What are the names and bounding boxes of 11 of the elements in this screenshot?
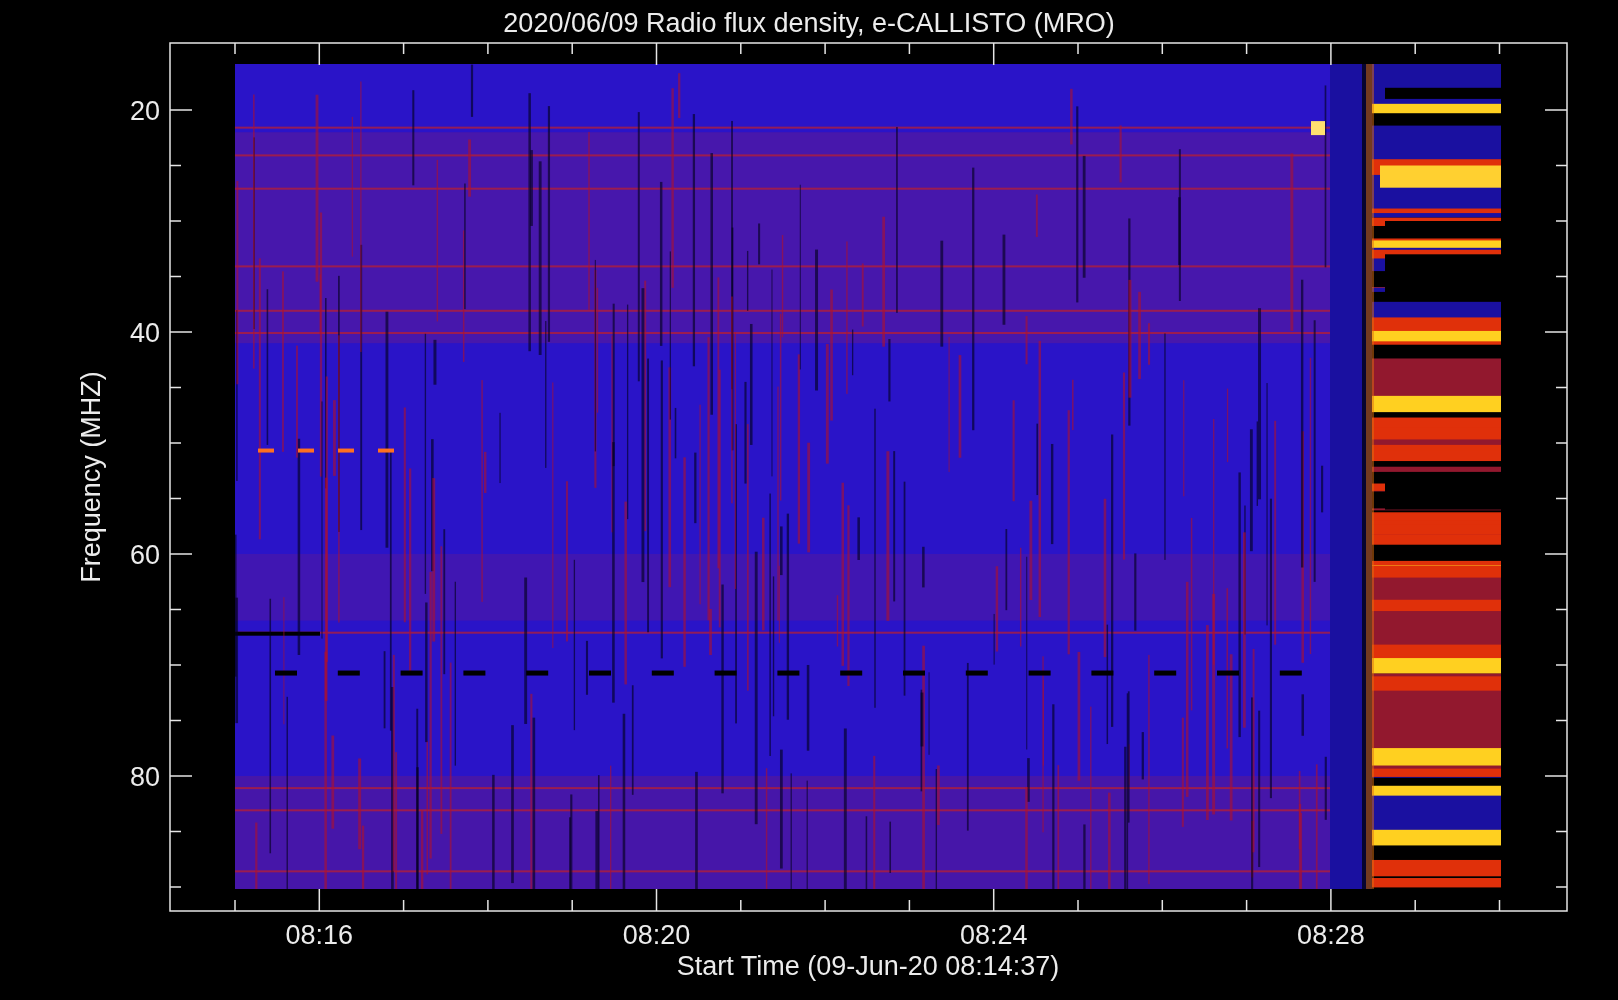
y-tick-label: 80 (129, 762, 160, 792)
x-tick-label: 08:16 (285, 920, 354, 950)
chart-title: 2020/06/09 Radio flux density, e-CALLISTO (MRO) (503, 8, 1115, 38)
y-tick-label: 60 (129, 540, 160, 570)
x-tick-label: 08:20 (622, 920, 691, 950)
x-tick-label: 08:28 (1297, 920, 1365, 950)
y-axis-label: Frequency (MHZ) (76, 371, 106, 583)
y-tick-label: 40 (129, 318, 160, 348)
x-axis-label: Start Time (09-Jun-20 08:14:37) (676, 951, 1060, 981)
y-tick-label: 20 (129, 96, 160, 126)
x-tick-label: 08:24 (959, 920, 1028, 950)
